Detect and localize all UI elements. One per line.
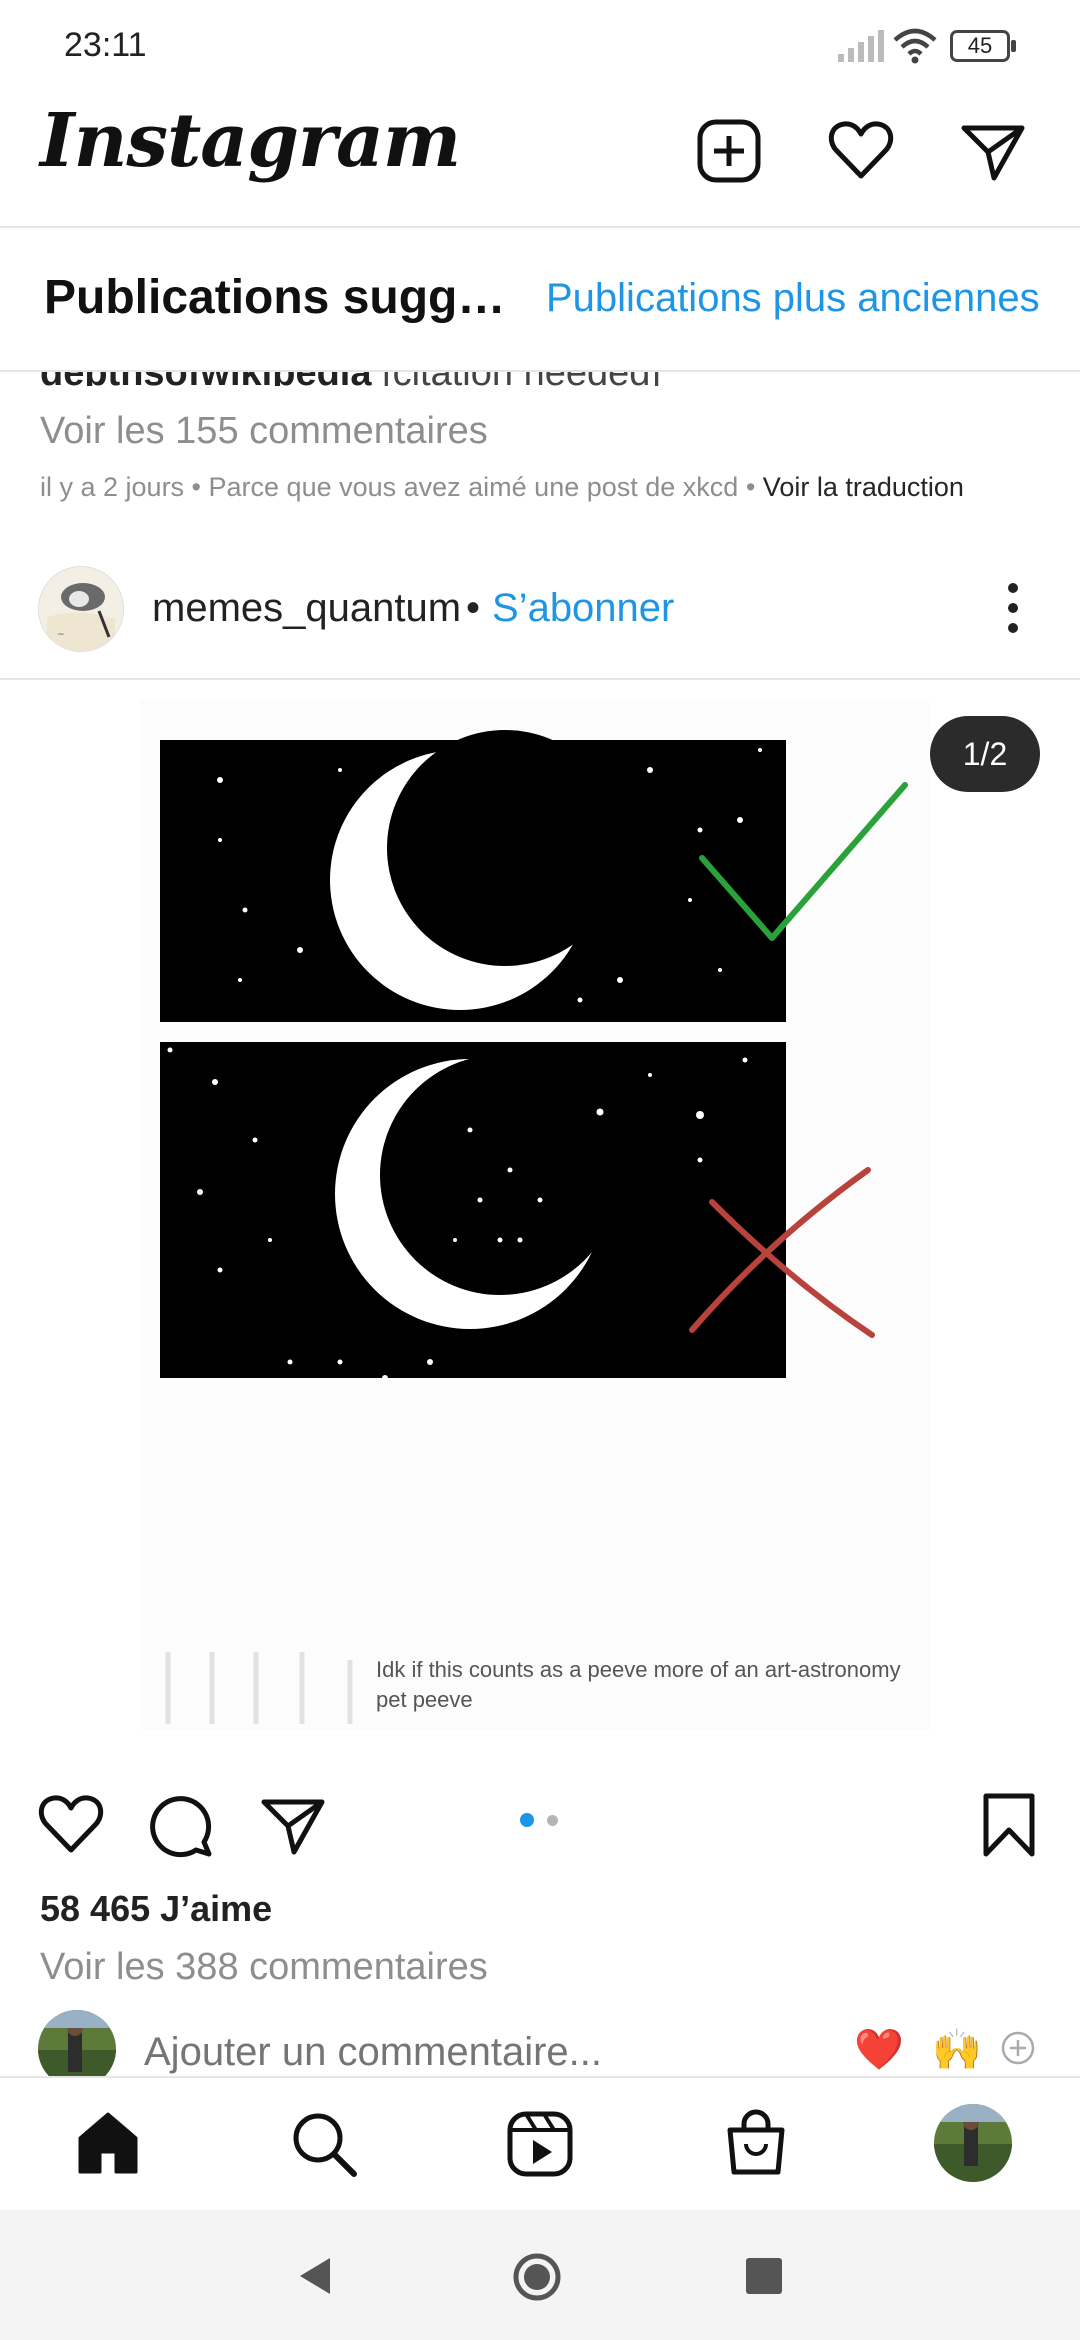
tab-suggested-posts[interactable]: Publications sugg… xyxy=(44,270,505,325)
image-caption-line-1: Idk if this counts as a peeve more of an… xyxy=(376,1657,901,1682)
profile-avatar[interactable] xyxy=(934,2104,1012,2182)
save-bookmark-icon[interactable] xyxy=(974,1790,1044,1860)
previous-post-meta-text: il y a 2 jours • Parce que vous avez aim… xyxy=(40,472,756,502)
instagram-logo[interactable]: Instagram xyxy=(40,98,461,184)
comment-icon[interactable] xyxy=(146,1790,216,1860)
carousel-page-counter: 1/2 xyxy=(930,716,1040,792)
carousel-dot xyxy=(547,1815,558,1826)
heart-icon[interactable] xyxy=(826,116,896,186)
home-circle-icon[interactable] xyxy=(512,2252,562,2302)
shop-icon[interactable] xyxy=(720,2108,792,2180)
quick-reaction-heart[interactable]: ❤️ xyxy=(854,2026,904,2073)
more-options-icon[interactable] xyxy=(1000,578,1026,638)
direct-message-icon[interactable] xyxy=(958,116,1028,186)
add-comment-input[interactable] xyxy=(144,2030,664,2075)
tab-older-posts[interactable]: Publications plus anciennes xyxy=(546,276,1040,321)
back-icon[interactable] xyxy=(296,2256,332,2296)
username-separator: • xyxy=(466,586,481,630)
svg-text:~: ~ xyxy=(57,630,65,640)
image-caption-text: Idk if this counts as a peeve more of an… xyxy=(376,1655,936,1715)
recents-icon[interactable] xyxy=(746,2258,782,2294)
reels-icon[interactable] xyxy=(504,2108,576,2180)
post-username[interactable]: memes_quantum xyxy=(152,586,461,631)
translate-link[interactable]: Voir la traduction xyxy=(763,472,964,502)
view-comments-link[interactable]: Voir les 388 commentaires xyxy=(40,1946,488,1989)
status-time: 23:11 xyxy=(64,26,147,64)
wifi-icon xyxy=(893,28,937,64)
previous-post-view-comments[interactable]: Voir les 155 commentaires xyxy=(40,410,488,453)
home-icon[interactable] xyxy=(72,2108,144,2180)
quick-reaction-raised-hands[interactable]: 🙌 xyxy=(932,2026,982,2073)
battery-tip xyxy=(1011,40,1016,52)
post-author-avatar[interactable]: ~ xyxy=(38,566,124,652)
like-count[interactable]: 58 465 J’aime xyxy=(40,1888,272,1930)
tabs-divider xyxy=(0,370,1080,372)
post-image[interactable]: Idk if this counts as a peeve more of an… xyxy=(0,680,1080,1744)
search-icon[interactable] xyxy=(288,2108,360,2180)
image-caption-line-2: pet peeve xyxy=(376,1687,473,1712)
battery-level: 45 xyxy=(967,33,993,58)
battery-icon: 45 xyxy=(950,30,1010,62)
follow-button[interactable]: S’abonner xyxy=(492,586,674,631)
status-bar: 23:11 45 xyxy=(0,0,1080,90)
previous-post-meta: il y a 2 jours • Parce que vous avez aim… xyxy=(40,472,964,503)
more-reactions-icon[interactable] xyxy=(1000,2030,1036,2066)
signal-icon xyxy=(838,30,884,62)
share-icon[interactable] xyxy=(258,1790,328,1860)
add-post-icon[interactable] xyxy=(694,116,764,186)
carousel-dot-active xyxy=(520,1813,534,1827)
like-icon[interactable] xyxy=(36,1790,106,1860)
